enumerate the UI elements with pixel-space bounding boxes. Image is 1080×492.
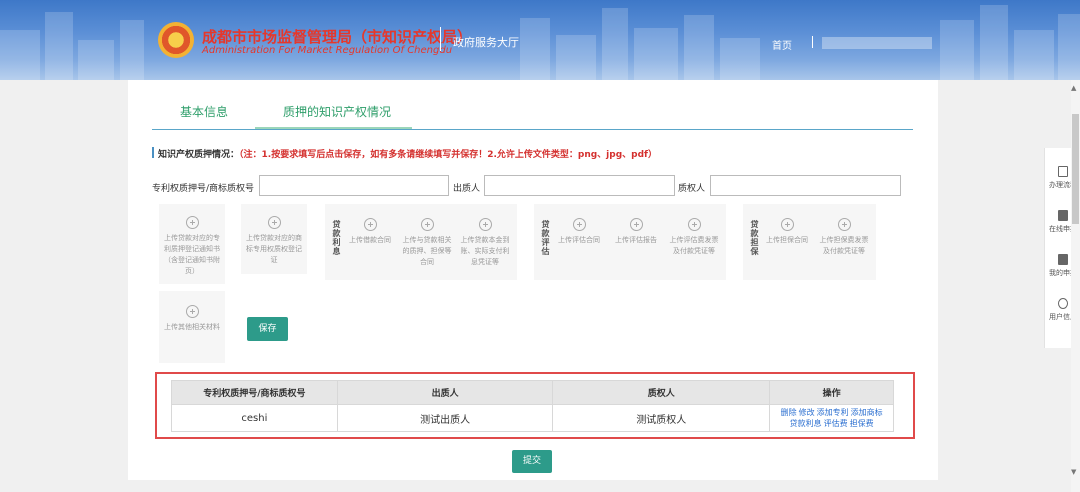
col-pledgee: 质权人 xyxy=(552,380,771,405)
upload-pledge-contract[interactable]: 上传与贷款相关的质押、担保等合同 xyxy=(401,218,453,268)
group-label-guarantee: 贷款担保 xyxy=(750,220,759,256)
form-icon xyxy=(1058,210,1068,221)
evaluation-fee-link[interactable]: 评估费 xyxy=(824,419,848,428)
scroll-down-icon[interactable]: ▼ xyxy=(1071,468,1076,476)
home-link[interactable]: 首页 xyxy=(772,37,792,52)
cell-actions: 删除 修改 添加专利 添加商标 贷款利息 评估费 担保费 xyxy=(769,404,894,432)
edit-link[interactable]: 修改 xyxy=(799,408,815,417)
pledgor-label: 出质人 xyxy=(453,184,481,194)
tab-pledged-ip[interactable]: 质押的知识产权情况 xyxy=(283,103,391,120)
upload-interest-proof[interactable]: 上传贷款本金到账、实际支付利息凭证等 xyxy=(459,218,511,268)
upload-group-evaluation: 贷款评估 上传评估合同 上传评估报告 上传评估费发票及付款凭证等 xyxy=(534,204,726,280)
tab-bar-line xyxy=(152,129,913,130)
plus-icon xyxy=(185,305,199,318)
user-icon xyxy=(1058,298,1068,309)
plus-icon xyxy=(185,216,199,229)
pledge-table: 专利权质押号/商标质权号 出质人 质权人 操作 ceshi 测试出质人 测试质权… xyxy=(171,380,894,432)
scroll-up-icon[interactable]: ▲ xyxy=(1071,84,1076,92)
table-row: ceshi 测试出质人 测试质权人 删除 修改 添加专利 添加商标 贷款利息 评估费 担保… xyxy=(171,404,894,432)
upload-label: 上传贷款本金到账、实际支付利息凭证等 xyxy=(460,236,510,266)
cell-pledgor: 测试出质人 xyxy=(336,404,554,432)
delete-link[interactable]: 删除 xyxy=(781,408,797,417)
add-patent-link[interactable]: 添加专利 xyxy=(817,408,849,417)
save-button[interactable]: 保存 xyxy=(247,317,288,341)
upload-label: 上传评估费发票及付款凭证等 xyxy=(669,236,719,255)
site-header: 成都市市场监督管理局（市知识产权局） Administration For Ma… xyxy=(0,0,1080,80)
section-notice: 知识产权质押情况：（注：1.按要求填写后点击保存，如有多条请继续填写并保存！2.… xyxy=(152,147,657,160)
scrollbar-thumb[interactable] xyxy=(1072,114,1079,224)
upload-trademark-registration[interactable]: 上传贷款对应的商标专用权质权登记证 xyxy=(241,204,307,274)
submit-button[interactable]: 提交 xyxy=(512,450,552,473)
bureau-logo xyxy=(158,22,194,58)
plus-icon xyxy=(420,218,434,231)
upload-other-materials[interactable]: 上传其他相关材料 xyxy=(159,291,225,363)
plus-icon xyxy=(363,218,377,231)
patent-no-label: 专利权质押号/商标质权号 xyxy=(152,184,255,194)
add-trademark-link[interactable]: 添加商标 xyxy=(851,408,883,417)
upload-guarantee-invoice[interactable]: 上传担保费发票及付款凭证等 xyxy=(817,218,871,257)
pledgor-input[interactable] xyxy=(484,175,675,196)
group-label-evaluation: 贷款评估 xyxy=(541,220,550,256)
plus-icon xyxy=(837,218,851,231)
cell-patent-no: ceshi xyxy=(171,404,338,432)
org-name-en: Administration For Market Regulation Of … xyxy=(202,45,453,56)
plus-icon xyxy=(572,218,586,231)
upload-evaluation-report[interactable]: 上传评估报告 xyxy=(610,218,662,246)
section-title: 知识产权质押情况： xyxy=(158,150,240,160)
plus-icon xyxy=(478,218,492,231)
group-label-interest: 贷款利息 xyxy=(332,220,341,256)
upload-loan-contract[interactable]: 上传借款合同 xyxy=(345,218,395,246)
upload-label: 上传与贷款相关的质押、担保等合同 xyxy=(402,236,452,266)
list-icon xyxy=(1058,254,1068,265)
plus-icon xyxy=(780,218,794,231)
upload-label: 上传评估合同 xyxy=(558,236,600,244)
upload-label: 上传贷款对应的商标专用权质权登记证 xyxy=(246,234,302,264)
header-divider xyxy=(440,27,441,51)
upload-label: 上传借款合同 xyxy=(349,236,391,244)
upload-evaluation-invoice[interactable]: 上传评估费发票及付款凭证等 xyxy=(668,218,720,257)
upload-label: 上传担保费发票及付款凭证等 xyxy=(819,236,869,255)
col-actions: 操作 xyxy=(769,380,894,405)
pledgee-input[interactable] xyxy=(710,175,901,196)
document-icon xyxy=(1058,166,1068,177)
tab-basic-info[interactable]: 基本信息 xyxy=(180,103,228,120)
upload-patent-registration[interactable]: 上传贷款对应的专利质押登记通知书（含登记通知书附页） xyxy=(159,204,225,284)
plus-icon xyxy=(687,218,701,231)
upload-label: 上传贷款对应的专利质押登记通知书（含登记通知书附页） xyxy=(164,234,220,275)
plus-icon xyxy=(629,218,643,231)
pledgee-label: 质权人 xyxy=(678,184,706,194)
user-info-area[interactable] xyxy=(822,37,932,49)
cell-pledgee: 测试质权人 xyxy=(552,404,771,432)
col-pledgor: 出质人 xyxy=(336,380,554,405)
plus-icon xyxy=(267,216,281,229)
org-name-cn: 成都市市场监督管理局（市知识产权局） xyxy=(202,28,473,46)
upload-label: 上传其他相关材料 xyxy=(164,323,220,331)
guarantee-fee-link[interactable]: 担保费 xyxy=(850,419,874,428)
upload-label: 上传担保合同 xyxy=(766,236,808,244)
notice-text: （注：1.按要求填写后点击保存，如有多条请继续填写并保存！2.允许上传文件类型：… xyxy=(239,150,657,160)
nav-separator xyxy=(812,36,813,48)
loan-interest-link[interactable]: 贷款利息 xyxy=(790,419,822,428)
service-hall-link[interactable]: 政府服务大厅 xyxy=(453,34,519,50)
col-patent-no: 专利权质押号/商标质权号 xyxy=(171,380,338,405)
upload-label: 上传评估报告 xyxy=(615,236,657,244)
upload-group-guarantee: 贷款担保 上传担保合同 上传担保费发票及付款凭证等 xyxy=(743,204,876,280)
upload-group-interest: 贷款利息 上传借款合同 上传与贷款相关的质押、担保等合同 上传贷款本金到账、实际… xyxy=(325,204,517,280)
upload-guarantee-contract[interactable]: 上传担保合同 xyxy=(763,218,811,246)
upload-evaluation-contract[interactable]: 上传评估合同 xyxy=(554,218,604,246)
patent-no-input[interactable] xyxy=(259,175,449,196)
